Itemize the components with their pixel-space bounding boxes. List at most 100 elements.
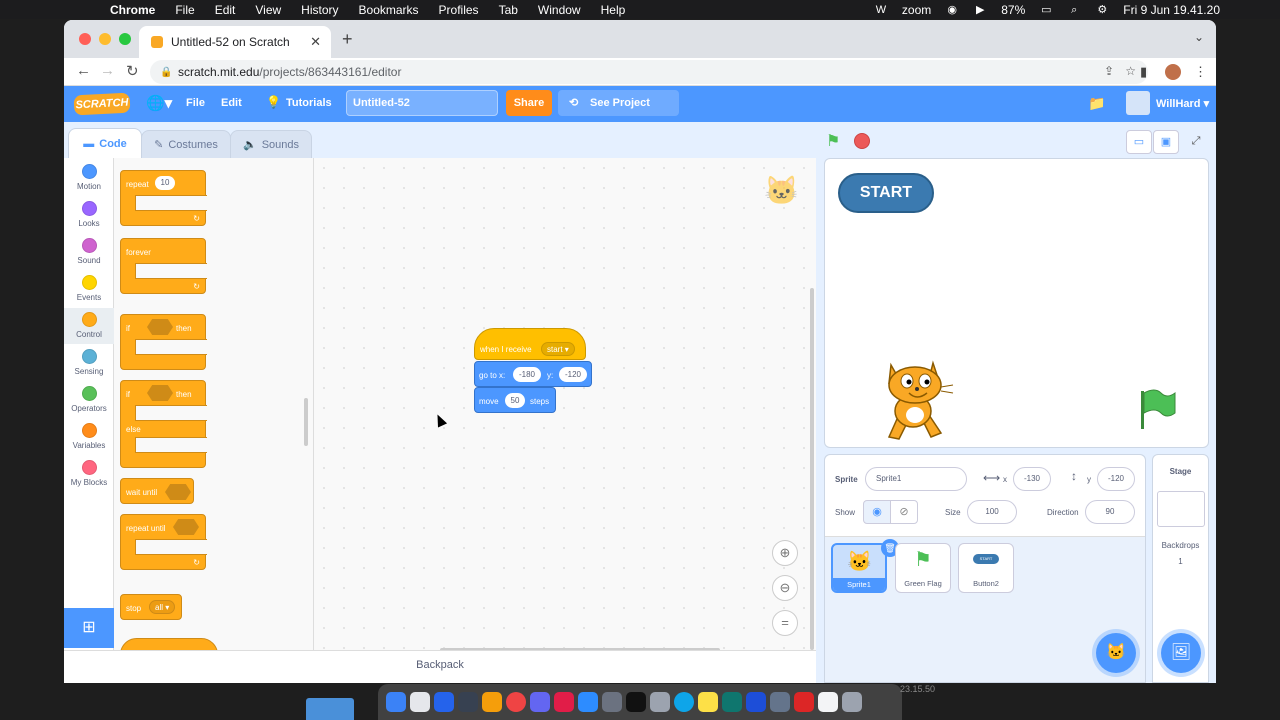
menu-window[interactable]: Window (538, 3, 581, 17)
zoom-out-button[interactable]: ⊖ (772, 575, 798, 601)
fullscreen-icon[interactable]: ⤢ (1183, 130, 1209, 154)
green-flag-sprite-icon[interactable] (1137, 387, 1177, 431)
menu-help[interactable]: Help (601, 3, 626, 17)
stage-selector[interactable]: Stage Backdrops 1 🖼 (1152, 454, 1209, 683)
if-then-block[interactable]: if then (120, 314, 207, 370)
lock-icon[interactable]: 🔒 (160, 67, 172, 78)
stage-thumbnail[interactable] (1157, 491, 1205, 527)
choose-backdrop-button[interactable]: 🖼 (1161, 633, 1201, 673)
workspace-v-scrollbar[interactable] (810, 288, 814, 650)
app-w-icon[interactable]: W (874, 4, 888, 16)
go-to-xy-block[interactable]: go to x: -180 y: -120 (474, 361, 592, 387)
stop-block[interactable]: stop all ▾ (120, 594, 182, 620)
wait-until-block[interactable]: wait until (120, 478, 194, 504)
close-tab-icon[interactable]: ✕ (310, 34, 321, 50)
scratch-edit-menu[interactable]: Edit (221, 97, 242, 109)
menu-profiles[interactable]: Profiles (439, 3, 479, 17)
launchpad-icon[interactable] (410, 692, 430, 712)
preview-icon[interactable] (770, 692, 790, 712)
forward-icon[interactable]: → (100, 62, 115, 79)
choose-sprite-button[interactable]: 🐱 (1096, 633, 1136, 673)
menubar-datetime[interactable]: Fri 9 Jun 19.41.20 (1123, 3, 1220, 17)
sprite-tile-button2[interactable]: START Button2 (958, 543, 1014, 593)
my-stuff-folder-icon[interactable]: 📁 (1088, 95, 1105, 112)
see-project-page-button[interactable]: ⟲ See Project Page (558, 90, 679, 135)
y-input[interactable]: -120 (1097, 467, 1135, 491)
category-events[interactable]: Events (64, 275, 114, 302)
control-center-icon[interactable]: ⚙ (1095, 4, 1109, 16)
cat-sprite-icon[interactable] (875, 355, 955, 441)
category-looks[interactable]: Looks (64, 201, 114, 228)
category-sensing[interactable]: Sensing (64, 349, 114, 376)
profile-avatar[interactable] (1165, 64, 1181, 80)
script-workspace[interactable]: 🐱 when I receive start ▾ go to x: -180 y… (314, 158, 816, 652)
url-field[interactable]: 🔒 scratch.mit.edu/projects/863443161/edi… (150, 60, 1148, 84)
forever-block[interactable]: forever ↻ (120, 238, 207, 294)
move-steps-block[interactable]: move 50 steps (474, 387, 556, 413)
menu-file[interactable]: File (175, 3, 194, 17)
stage-canvas[interactable]: START (824, 158, 1209, 448)
menu-bookmarks[interactable]: Bookmarks (359, 3, 419, 17)
reload-icon[interactable]: ↻ (126, 62, 139, 80)
share-button[interactable]: Share (506, 90, 552, 116)
sidepanel-icon[interactable]: ▮ (1140, 64, 1147, 80)
document-icon[interactable] (818, 692, 838, 712)
menu-tab[interactable]: Tab (499, 3, 518, 17)
battery-percent[interactable]: 87% (1001, 3, 1025, 17)
if-else-block[interactable]: if then else (120, 380, 207, 468)
goto-y-input[interactable]: -120 (559, 367, 587, 382)
show-hidden-icon[interactable]: ⊘ (890, 500, 918, 524)
battery-icon[interactable]: ▭ (1039, 4, 1053, 16)
username-menu[interactable]: WillHard ▾ (1156, 97, 1209, 110)
repeat-block[interactable]: repeat 10 ↻ (120, 170, 207, 226)
category-variables[interactable]: Variables (64, 423, 114, 450)
sprite-tile-green-flag[interactable]: ⚑ Green Flag (895, 543, 951, 593)
message-dropdown[interactable]: start ▾ (541, 342, 575, 356)
backpack-bar[interactable]: Backpack (64, 650, 816, 683)
start-button-sprite[interactable]: START (838, 173, 934, 213)
tab-code[interactable]: ▬ Code (68, 128, 142, 158)
app-store-icon[interactable] (746, 692, 766, 712)
back-icon[interactable]: ← (76, 62, 91, 79)
category-sound[interactable]: Sound (64, 238, 114, 265)
settings-icon[interactable] (650, 692, 670, 712)
minimize-window-icon[interactable] (99, 33, 111, 45)
stop-sign-icon[interactable] (854, 133, 870, 149)
partial-hat-block[interactable] (120, 638, 218, 650)
category-motion[interactable]: Motion (64, 164, 114, 191)
share-page-icon[interactable]: ⇪ (1104, 64, 1114, 78)
category-my-blocks[interactable]: My Blocks (64, 460, 114, 487)
tab-sounds[interactable]: 🔈 Sounds (230, 130, 312, 158)
repeat-count-slot[interactable]: 10 (155, 176, 175, 190)
user-avatar[interactable] (1126, 91, 1150, 115)
visualstudio-icon[interactable] (458, 692, 478, 712)
quicktime-icon[interactable] (674, 692, 694, 712)
flyout-scrollbar[interactable] (304, 398, 308, 446)
more-menu-icon[interactable]: ⋮ (1194, 64, 1207, 80)
condition-slot[interactable] (165, 484, 191, 500)
tutorials-button[interactable]: Tutorials (286, 97, 332, 109)
browser-tab[interactable]: Untitled-52 on Scratch ✕ (139, 26, 331, 58)
menu-app-name[interactable]: Chrome (110, 3, 155, 17)
condition-slot[interactable] (173, 519, 199, 535)
terminal-icon[interactable] (626, 692, 646, 712)
scratch-file-menu[interactable]: File (186, 97, 205, 109)
calculator-icon[interactable] (602, 692, 622, 712)
category-control[interactable]: Control (64, 308, 114, 344)
lightbulb-icon[interactable]: 💡 (266, 95, 281, 109)
condition-slot[interactable] (147, 319, 173, 335)
x-input[interactable]: -130 (1013, 467, 1051, 491)
zoom-reset-button[interactable]: = (772, 610, 798, 636)
close-window-icon[interactable] (79, 33, 91, 45)
search-icon[interactable]: ⌕ (1067, 4, 1081, 16)
goto-x-input[interactable]: -180 (513, 367, 541, 382)
menu-view[interactable]: View (255, 3, 281, 17)
sublime-icon[interactable] (482, 692, 502, 712)
move-steps-input[interactable]: 50 (505, 393, 525, 408)
size-input[interactable]: 100 (967, 500, 1017, 524)
scratch-logo[interactable]: SCRATCH (73, 92, 131, 116)
bookmark-star-icon[interactable]: ☆ (1125, 64, 1136, 78)
menu-edit[interactable]: Edit (215, 3, 236, 17)
condition-slot[interactable] (147, 385, 173, 401)
direction-input[interactable]: 90 (1085, 500, 1135, 524)
